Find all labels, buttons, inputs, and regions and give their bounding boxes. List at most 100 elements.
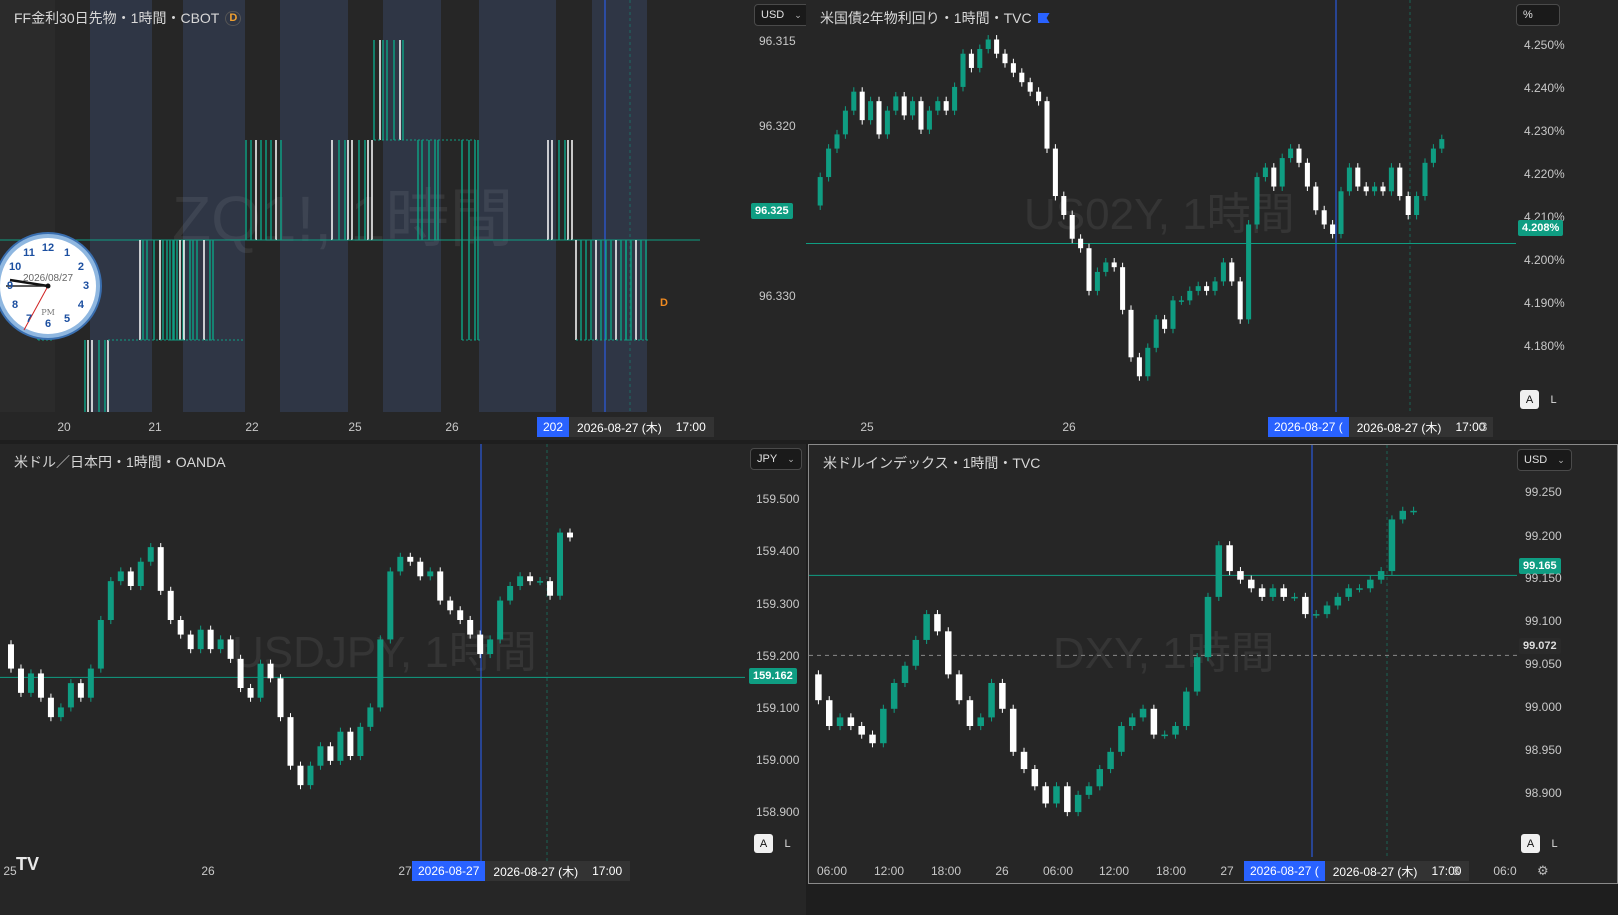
candle-body (157, 547, 164, 591)
candle-body (1103, 262, 1109, 272)
candle-body (858, 726, 865, 735)
y-axis-label: 159.000 (756, 753, 800, 767)
y-axis-label: 98.900 (1525, 786, 1562, 800)
pane-title[interactable]: 米ドルインデックス・1時間・TVC (823, 453, 1040, 473)
pane-dxy[interactable]: DXY, 1時間 米ドルインデックス・1時間・TVC USD ⌄ 99.250 9… (808, 444, 1618, 884)
last-price-tag: 4.208% (1518, 220, 1564, 236)
event-marker-d[interactable]: D (660, 297, 668, 309)
x-axis-label: 22 (245, 420, 259, 434)
y-axis-label: 159.400 (756, 544, 800, 558)
symbol-title[interactable]: 米ドルインデックス・1時間・TVC (823, 453, 1040, 473)
auto-scale-button[interactable]: A (1520, 390, 1539, 409)
candle-body (1254, 177, 1260, 225)
candle-body (1405, 196, 1411, 215)
currency-select[interactable]: JPY ⌄ (750, 448, 802, 470)
log-scale-button[interactable]: L (1545, 834, 1564, 853)
candle-body (47, 697, 54, 718)
auto-scale-button[interactable]: A (754, 834, 773, 853)
candle-body (1279, 158, 1285, 187)
candle-body (966, 700, 974, 727)
clock-numeral: 2 (77, 261, 84, 273)
candle-body (817, 177, 823, 206)
candle-body (1064, 786, 1071, 813)
auto-scale-button[interactable]: A (1521, 834, 1540, 853)
crosshair-time-tag: 2026-08-27 ( 2026-08-27 (木) 17:00 (1244, 861, 1470, 881)
candle-body (985, 39, 991, 49)
candle-body (977, 717, 984, 727)
currency-select[interactable]: USD ⌄ (754, 4, 806, 26)
candle-body (1302, 596, 1309, 615)
candle-body (337, 731, 344, 761)
candle-body (1388, 167, 1394, 192)
unit-value: % (1523, 9, 1533, 21)
x-axis-label: 06:00 (1042, 864, 1074, 878)
candle-body (1388, 519, 1396, 572)
candle-body (1313, 186, 1319, 211)
candle-body (859, 91, 865, 121)
candle-body (547, 581, 554, 596)
symbol-title[interactable]: 米国債2年物利回り・1時間・TVC (820, 8, 1032, 28)
crosshair-time: 17:00 (675, 420, 706, 434)
candle-body (1052, 148, 1058, 197)
y-axis-label: 96.330 (759, 289, 796, 303)
candle-body (167, 590, 174, 620)
x-axis-label: 20 (57, 420, 71, 434)
candle-body (137, 561, 144, 586)
currency-value: JPY (757, 453, 778, 465)
x-axis-label: 12:00 (1098, 864, 1130, 878)
pane-title[interactable]: 米国債2年物利回り・1時間・TVC (820, 8, 1050, 28)
clock-numeral: 8 (12, 299, 19, 311)
log-scale-button[interactable]: L (778, 834, 797, 853)
candle-body (397, 556, 404, 572)
flag-icon[interactable] (1037, 13, 1050, 23)
candle-body (1237, 281, 1243, 320)
candle-body (1372, 186, 1378, 192)
candle-body (1170, 300, 1176, 329)
candle-body (1061, 196, 1067, 215)
crosshair-time-blue: 2026-08-27 ( (1268, 417, 1349, 437)
candle-body (1128, 717, 1136, 727)
candle-body (1178, 300, 1184, 302)
pane-us02y[interactable]: US02Y, 1時間 米国債2年物利回り・1時間・TVC % 4.250% 4.… (806, 0, 1618, 440)
pane-title[interactable]: 米ドル／日本円・1時間・OANDA (14, 452, 226, 472)
candle-body (1380, 186, 1386, 192)
candle-body (227, 639, 234, 659)
chevron-down-icon: ⌄ (787, 453, 795, 464)
candle-body (1162, 319, 1168, 329)
y-axis-label: 4.220% (1524, 167, 1565, 181)
candle-body (267, 663, 274, 679)
pane-usdjpy[interactable]: USDJPY, 1時間 米ドル／日本円・1時間・OANDA JPY ⌄ 159.5… (0, 444, 806, 915)
x-axis-label: 26 (201, 864, 215, 878)
pane-title[interactable]: FF金利30日先物・1時間・CBOT D (14, 8, 242, 28)
crosshair-time-detail: 2026-08-27 (木) 17:00 (1348, 417, 1494, 437)
unit-select[interactable]: % (1516, 4, 1560, 26)
crosshair-date: 2026-08-27 (木) (493, 864, 579, 879)
candle-body (1153, 319, 1159, 348)
candle-body (127, 571, 134, 586)
currency-select[interactable]: USD ⌄ (1517, 449, 1572, 471)
candle-body (968, 53, 974, 68)
tradingview-logo-icon[interactable]: TV (16, 854, 39, 875)
clock-numeral: 3 (82, 280, 90, 292)
candle-body (557, 532, 564, 596)
candle-body (1204, 286, 1210, 291)
crosshair-date: 2026-08-27 (木) (1332, 864, 1418, 879)
candle-body (1271, 167, 1277, 187)
candle-body (934, 614, 941, 632)
candle-body (447, 600, 454, 611)
symbol-title[interactable]: 米ドル／日本円・1時間・OANDA (14, 452, 226, 472)
settings-gear-icon[interactable]: ⚙ (1537, 863, 1549, 879)
pane-zq[interactable]: ZQ1!, 1時間 FF金利30日先物・1時間・CBOT D D 2026/08… (0, 0, 806, 440)
candle-body (377, 639, 384, 708)
x-axis-label: 3 (1480, 420, 1488, 434)
clock-widget[interactable]: 2026/08/27 PM 12 1 2 3 4 5 6 7 8 9 10 11 (0, 234, 100, 338)
candle-body (147, 547, 154, 562)
symbol-title[interactable]: FF金利30日先物・1時間・CBOT (14, 8, 219, 28)
candle-body (67, 683, 74, 708)
candle-body (890, 682, 898, 709)
candle-body (1304, 162, 1310, 187)
log-scale-button[interactable]: L (1544, 390, 1563, 409)
y-axis-label: 159.200 (756, 649, 800, 663)
dividend-badge[interactable]: D (225, 10, 242, 26)
candle-body (367, 707, 374, 727)
